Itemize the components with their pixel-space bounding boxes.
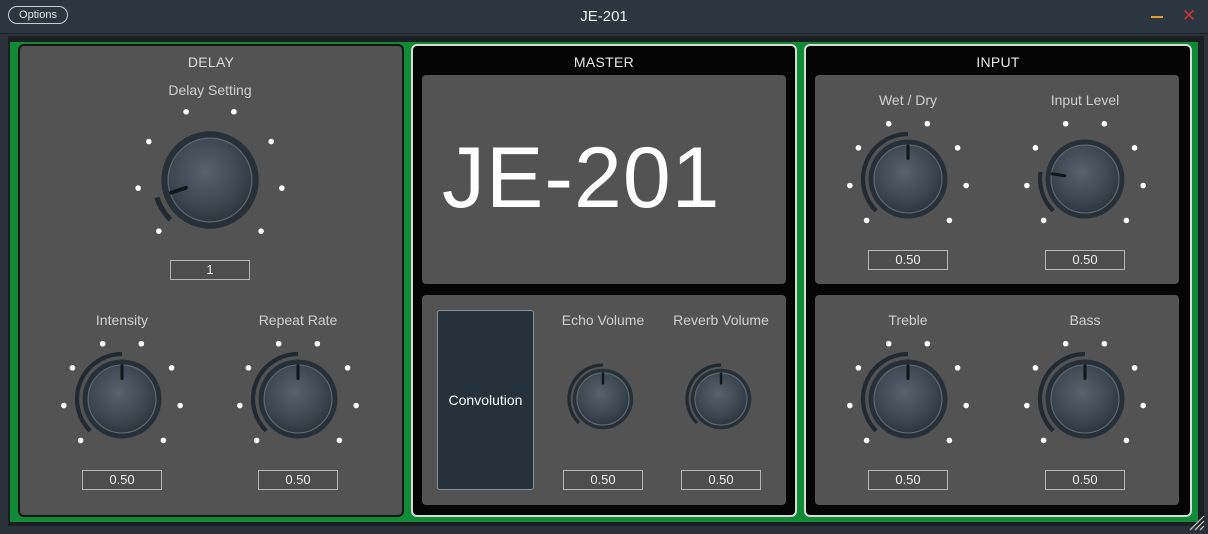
echo-volume-knob[interactable] [559, 355, 647, 443]
knob-tick-dot [924, 340, 931, 347]
knob-tick-dot [1024, 182, 1030, 189]
master-title: MASTER [573, 54, 635, 70]
input-level-value[interactable]: 0.50 [1045, 250, 1125, 270]
knob-tick-dot [177, 402, 183, 409]
knob-tick-dot [279, 185, 285, 191]
bass-value[interactable]: 0.50 [1045, 470, 1125, 490]
reverb-volume-label: Reverb Volume [673, 312, 769, 328]
knob-tick-dot [1140, 182, 1146, 189]
knob-tick-dot [855, 365, 862, 371]
echo-volume-value[interactable]: 0.50 [563, 470, 643, 490]
wet-dry-value[interactable]: 0.50 [868, 250, 948, 270]
knob-tick-dot [847, 402, 853, 409]
knob-tick-dot [1123, 217, 1130, 224]
knob-tick-dot [77, 437, 84, 444]
knob-tick-dot [855, 145, 862, 151]
knob-tick-dot [1032, 145, 1039, 151]
knob-tick-dot [946, 217, 953, 224]
knob-tick-dot [1123, 437, 1130, 444]
knob-tick-dot [946, 437, 953, 444]
product-name-display: JE-201 [442, 130, 721, 226]
delay-setting-knob[interactable] [126, 96, 294, 264]
title-bar: Options JE-201 ✕ [0, 0, 1208, 34]
input-title: INPUT [976, 54, 1020, 70]
convolution-button[interactable]: Convolution [437, 310, 534, 490]
close-icon[interactable]: ✕ [1180, 6, 1198, 26]
knob-tick-dot [168, 365, 175, 371]
knob-tick-dot [258, 228, 264, 234]
knob-tick-dot [863, 217, 870, 224]
resize-grip-icon[interactable] [1186, 512, 1206, 532]
knob-tick-dot [954, 145, 961, 151]
knob-cap [1050, 144, 1120, 214]
knob-tick-dot [885, 340, 892, 347]
knob-tick-dot [69, 365, 76, 371]
knob-tick-dot [924, 120, 931, 127]
treble-label: Treble [888, 312, 928, 328]
knob-tick-dot [268, 138, 275, 145]
intensity-label: Intensity [95, 312, 149, 328]
knob-tick-dot [253, 437, 260, 444]
input-level-knob[interactable] [1017, 111, 1153, 247]
reverb-volume-knob[interactable] [677, 355, 765, 443]
knob-tick-dot [1040, 217, 1047, 224]
window-title: JE-201 [580, 8, 628, 25]
wet-dry-label: Wet / Dry [878, 92, 938, 108]
treble-value[interactable]: 0.50 [868, 470, 948, 490]
knob-tick-dot [1131, 145, 1138, 151]
knob-tick-dot [1032, 365, 1039, 371]
minimize-icon[interactable] [1148, 6, 1166, 24]
knob-tick-dot [1062, 340, 1069, 347]
knob-tick-dot [183, 108, 189, 115]
knob-tick-dot [160, 437, 167, 444]
knob-tick-dot [1140, 402, 1146, 409]
knob-tick-dot [138, 340, 145, 347]
wet-dry-knob[interactable] [840, 111, 976, 247]
knob-tick-dot [1101, 340, 1108, 347]
knob-tick-dot [156, 228, 162, 234]
repeat-rate-value[interactable]: 0.50 [258, 470, 338, 490]
knob-tick-dot [963, 402, 969, 409]
knob-tick-dot [847, 182, 853, 189]
knob-tick-dot [61, 402, 67, 409]
knob-tick-dot [344, 365, 351, 371]
delay-title: DELAY [187, 54, 235, 70]
knob-tick-dot [1024, 402, 1030, 409]
knob-tick-dot [1040, 437, 1047, 444]
knob-tick-dot [231, 108, 237, 115]
bass-label: Bass [1069, 312, 1101, 328]
input-level-label: Input Level [1050, 92, 1120, 108]
knob-tick-dot [275, 340, 282, 347]
knob-tick-dot [245, 365, 252, 371]
knob-tick-dot [1101, 120, 1108, 127]
knob-tick-dot [963, 182, 969, 189]
repeat-rate-knob[interactable] [230, 331, 366, 467]
knob-tick-dot [885, 120, 892, 127]
knob-tick-dot [1062, 120, 1069, 127]
bass-knob[interactable] [1017, 331, 1153, 467]
knob-tick-dot [1131, 365, 1138, 371]
knob-tick-dot [863, 437, 870, 444]
intensity-knob[interactable] [54, 331, 190, 467]
knob-tick-dot [353, 402, 359, 409]
delay-setting-value[interactable]: 1 [170, 260, 250, 280]
knob-tick-dot [135, 185, 141, 191]
knob-tick-dot [237, 402, 243, 409]
knob-pointer [1050, 172, 1067, 178]
treble-knob[interactable] [840, 331, 976, 467]
knob-cap [167, 137, 253, 223]
repeat-rate-label: Repeat Rate [258, 312, 338, 328]
knob-tick-dot [336, 437, 343, 444]
intensity-value[interactable]: 0.50 [82, 470, 162, 490]
knob-tick-dot [954, 365, 961, 371]
knob-tick-dot [314, 340, 321, 347]
knob-tick-dot [145, 138, 152, 145]
reverb-volume-value[interactable]: 0.50 [681, 470, 761, 490]
knob-tick-dot [99, 340, 106, 347]
